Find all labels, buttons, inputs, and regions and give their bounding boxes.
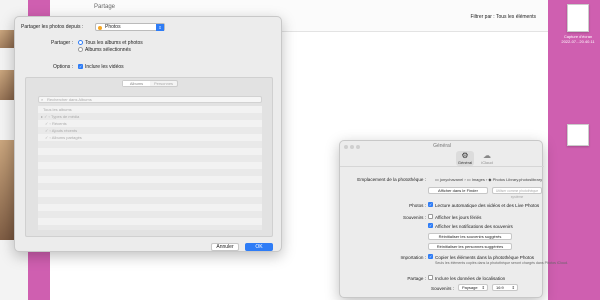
chevron-updown-icon: ⇕ [156, 24, 164, 31]
search-icon: ⌕ [41, 97, 44, 102]
share-source-popup[interactable]: Photos ⇕ [95, 23, 165, 31]
share-from-label: Partager les photos depuis : [21, 24, 84, 30]
share-scope-label: Partager : [51, 40, 73, 46]
disclosure-triangle-icon[interactable]: ▸ ✓ ▫ [41, 114, 51, 119]
photos-label: Photos : [409, 203, 426, 208]
include-location-checkbox[interactable] [428, 275, 433, 280]
gear-icon: ⚙ [461, 151, 469, 160]
albums-panel: Albums Personnes ⌕ Rechercher dans Album… [25, 77, 273, 237]
chevron-updown-icon: ⇕ [481, 285, 485, 290]
finder-title: Partage [94, 4, 116, 10]
album-icon: ✓ ▫ [45, 135, 52, 140]
list-item[interactable]: Tous les albums [38, 106, 262, 113]
include-videos-label: Inclure les vidéos [85, 64, 124, 70]
tab-general[interactable]: ⚙ Général [456, 151, 474, 166]
list-item[interactable]: ✓ ▫ Récents [38, 120, 262, 127]
autoplay-checkbox[interactable]: ✓ [428, 202, 433, 207]
general-preferences-window: Général ⚙ Général ☁ iCloud Emplacement de … [339, 140, 568, 298]
chevron-updown-icon: ⇕ [511, 285, 515, 290]
reset-memories-button[interactable]: Réinitialiser les souvenirs suggérés [428, 233, 512, 240]
radio-all-albums-label: Tous les albums et photos [85, 40, 143, 46]
album-search-field[interactable]: ⌕ Rechercher dans Albums [38, 96, 262, 103]
reset-people-button[interactable]: Réinitialiser les personnes suggérées [428, 243, 512, 250]
albums-people-segmented[interactable]: Albums Personnes [122, 80, 178, 87]
document-file-icon[interactable] [567, 124, 589, 146]
segment-albums[interactable]: Albums [123, 81, 150, 86]
screenshot-file-label: Capture d'écran 2022-07...20.40.11 [561, 34, 595, 44]
album-icon: ✓ ▫ [45, 121, 52, 126]
show-holidays-checkbox[interactable] [428, 214, 433, 219]
library-location-label: Emplacement de la photothèque : [357, 177, 426, 182]
filter-dropdown[interactable]: Filtrer par : Tous les éléments [471, 14, 537, 20]
orientation-dropdown[interactable]: Paysage ⇕ [458, 284, 488, 291]
autoplay-label: Lecture automatique des vidéos et des Li… [435, 203, 540, 208]
copy-items-label: Copier les éléments dans la photothèque … [435, 255, 535, 260]
import-label: Importation : [400, 255, 426, 260]
memories-options-label: Souvenirs : [431, 286, 454, 291]
radio-selected-albums-label: Albums sélectionnés [85, 47, 131, 53]
show-in-finder-button[interactable]: Afficher dans le Finder [428, 187, 488, 194]
preferences-tabs: ⚙ Général ☁ iCloud [340, 149, 544, 167]
show-notifications-checkbox[interactable]: ✓ [428, 223, 433, 228]
aspect-ratio-dropdown[interactable]: 16:9 ⇕ [492, 284, 518, 291]
library-path: ▭ jonychavanel › ▭ Images › ◆ Photos Lib… [435, 177, 543, 182]
use-system-library-button[interactable]: Utiliser comme photothèque système [492, 187, 542, 199]
ok-button[interactable]: OK [245, 243, 273, 251]
memories-label: Souvenirs : [403, 215, 426, 220]
list-item[interactable]: ▸ ✓ ▫ Types de média [38, 113, 262, 120]
show-holidays-label: Afficher les jours fériés [435, 215, 482, 220]
segment-people[interactable]: Personnes [150, 81, 177, 86]
photos-app-icon [98, 26, 102, 30]
show-notifications-label: Afficher les notifications des souvenirs [435, 224, 513, 229]
album-icon: ✓ ▫ [45, 128, 52, 133]
list-item[interactable]: ✓ ▫ Ajouts récents [38, 127, 262, 134]
tab-icloud[interactable]: ☁ iCloud [478, 151, 496, 166]
cancel-button[interactable]: Annuler [211, 243, 239, 251]
sharing-label: Partage : [407, 276, 426, 281]
radio-all-albums[interactable] [78, 40, 83, 45]
list-item[interactable]: ✓ ▫ Albums partagés [38, 134, 262, 141]
radio-selected-albums[interactable] [78, 47, 83, 52]
copy-items-note: Seuls les éléments copiés dans la photot… [435, 261, 569, 265]
include-videos-checkbox[interactable]: ✓ [78, 64, 83, 69]
options-label: Options : [53, 64, 74, 70]
share-sheet: Partager les photos depuis : Photos ⇕ Pa… [14, 16, 282, 252]
screenshot-file-icon[interactable] [567, 4, 589, 32]
album-list: Tous les albums ▸ ✓ ▫ Types de média ✓ ▫… [38, 106, 262, 230]
cloud-icon: ☁ [483, 151, 491, 160]
include-location-label: Inclure les données de localisation [435, 276, 506, 281]
copy-items-checkbox[interactable]: ✓ [428, 254, 433, 259]
